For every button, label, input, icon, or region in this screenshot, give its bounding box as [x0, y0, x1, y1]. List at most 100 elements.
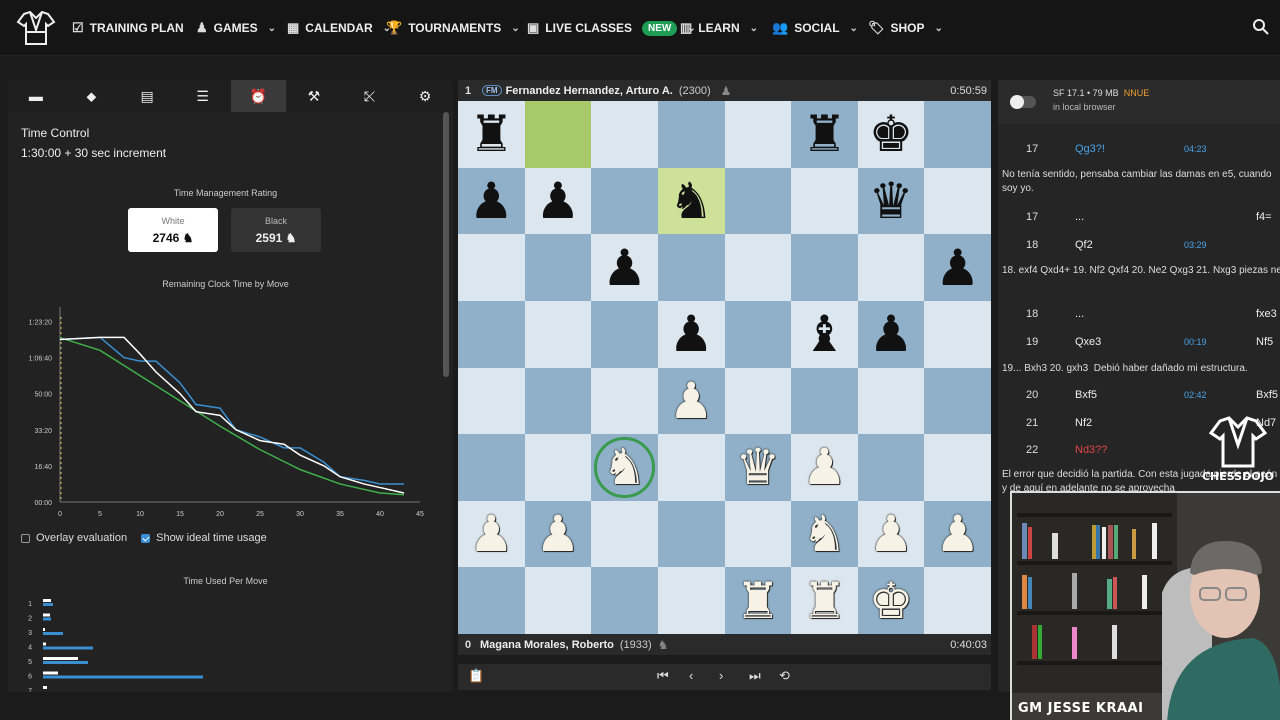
overlay-eval-option[interactable]: Overlay evaluation Show ideal time usage [21, 532, 267, 544]
white-pawn-icon[interactable]: ♟ [669, 376, 714, 426]
nav-item-live-classes[interactable]: ▣ LIVE CLASSES NEW ⌄ [527, 0, 696, 56]
square-a7[interactable]: ♟ [458, 167, 525, 235]
white-rook-icon[interactable]: ♜ [735, 576, 780, 626]
square-g2[interactable]: ♟ [857, 500, 925, 568]
square-h3[interactable] [924, 434, 991, 501]
square-f8[interactable]: ♜ [791, 101, 858, 168]
tools-icon[interactable]: ⚒ [286, 80, 342, 112]
square-h1[interactable] [924, 567, 991, 634]
square-e7[interactable] [724, 167, 792, 235]
square-a2[interactable]: ♟ [458, 500, 525, 568]
square-c5[interactable] [591, 300, 658, 368]
list-icon[interactable]: ☰ [175, 80, 231, 112]
comment-icon[interactable]: ▤ [119, 80, 175, 112]
square-b5[interactable] [524, 300, 592, 368]
square-d7[interactable]: ♞ [657, 167, 725, 235]
black-move[interactable]: Bxf5 [1256, 389, 1278, 401]
square-b3[interactable] [524, 434, 592, 501]
black-rook-icon[interactable]: ♜ [802, 109, 847, 159]
black-move[interactable]: f4= [1256, 211, 1272, 223]
square-d3[interactable] [657, 434, 725, 501]
square-d1[interactable] [657, 567, 725, 634]
black-pawn-icon[interactable]: ♟ [869, 309, 914, 359]
square-a8[interactable]: ♜ [458, 101, 525, 168]
square-f3[interactable]: ♟ [791, 434, 858, 501]
square-c2[interactable] [591, 500, 658, 568]
white-move[interactable]: Nd3?? [1075, 444, 1107, 456]
square-b4[interactable] [524, 367, 592, 435]
square-h4[interactable] [924, 367, 991, 435]
chessdojo-logo-icon[interactable] [16, 10, 56, 46]
square-h5[interactable] [924, 300, 991, 368]
square-h8[interactable] [924, 101, 991, 168]
black-bishop-icon[interactable]: ♝ [802, 309, 847, 359]
first-move-icon[interactable]: ⏮ [657, 668, 669, 684]
tag-icon[interactable]: ⬥ [64, 80, 120, 112]
square-c4[interactable] [591, 367, 658, 435]
square-a4[interactable] [458, 367, 525, 435]
square-e1[interactable]: ♜ [724, 567, 792, 634]
square-g6[interactable] [857, 234, 925, 301]
square-h6[interactable]: ♟ [924, 234, 991, 301]
square-b2[interactable]: ♟ [524, 500, 592, 568]
white-rook-icon[interactable]: ♜ [802, 576, 847, 626]
black-pawn-icon[interactable]: ♟ [602, 243, 647, 293]
engine-toggle[interactable] [1010, 95, 1036, 109]
square-a1[interactable] [458, 567, 525, 634]
square-g7[interactable]: ♛ [857, 167, 925, 235]
square-g3[interactable] [857, 434, 925, 501]
square-e8[interactable] [724, 101, 792, 168]
square-d6[interactable] [657, 234, 725, 301]
square-b6[interactable] [524, 234, 592, 301]
white-move[interactable]: Bxf5 [1075, 389, 1097, 401]
square-e4[interactable] [724, 367, 792, 435]
black-knight-icon[interactable]: ♞ [669, 176, 714, 226]
white-pawn-icon[interactable]: ♟ [935, 509, 980, 559]
square-c3[interactable]: ♞ [591, 434, 658, 501]
black-pawn-icon[interactable]: ♟ [669, 309, 714, 359]
square-g5[interactable]: ♟ [857, 300, 925, 368]
white-move[interactable]: ... [1075, 211, 1084, 223]
clock-icon[interactable]: ⏰ [230, 80, 287, 112]
white-rating-card[interactable]: White 2746 ♞ [128, 208, 218, 252]
nav-item-training-plan[interactable]: ☑ TRAINING PLAN [72, 0, 184, 56]
square-c7[interactable] [591, 167, 658, 235]
square-e5[interactable] [724, 300, 792, 368]
white-move[interactable]: ... [1075, 308, 1084, 320]
overlay-eval-checkbox[interactable] [21, 533, 30, 543]
share-icon[interactable]: ⤪ [342, 80, 398, 112]
square-d8[interactable] [657, 101, 725, 168]
square-f4[interactable] [791, 367, 858, 435]
white-move[interactable]: Qf2 [1075, 239, 1093, 251]
square-d5[interactable]: ♟ [657, 300, 725, 368]
folder-icon[interactable]: ▬ [8, 80, 64, 112]
white-pawn-icon[interactable]: ♟ [536, 509, 581, 559]
chessboard[interactable]: ♜ ♜ ♚ ♟ ♟ ♞ ♛ ♟ ♟ ♟ ♝ ♟ ♟ ♞ ♛ ♟ ♟ ♟ ♞ ♟ ♟ ♜ ♜ ♚ [458, 101, 991, 634]
white-queen-icon[interactable]: ♛ [735, 442, 780, 492]
bottom-player-name[interactable]: Magana Morales, Roberto [480, 639, 614, 651]
ideal-time-checkbox[interactable] [141, 533, 151, 543]
nav-item-games[interactable]: ♟ GAMES ⌄ [196, 0, 276, 56]
black-pawn-icon[interactable]: ♟ [469, 176, 514, 226]
black-pawn-icon[interactable]: ♟ [935, 243, 980, 293]
square-h2[interactable]: ♟ [924, 500, 991, 568]
white-pawn-icon[interactable]: ♟ [469, 509, 514, 559]
square-e6[interactable] [724, 234, 792, 301]
square-h7[interactable] [924, 167, 991, 235]
black-move[interactable]: fxe3 [1256, 308, 1277, 320]
white-king-icon[interactable]: ♚ [869, 576, 914, 626]
square-g4[interactable] [857, 367, 925, 435]
square-a6[interactable] [458, 234, 525, 301]
nav-item-social[interactable]: 👥 SOCIAL ⌄ [772, 0, 858, 56]
nav-item-calendar[interactable]: ▦ CALENDAR ⌄ [287, 0, 391, 56]
square-g8[interactable]: ♚ [857, 101, 925, 168]
square-b1[interactable] [524, 567, 592, 634]
square-c8[interactable] [591, 101, 658, 168]
black-rook-icon[interactable]: ♜ [469, 109, 514, 159]
white-pawn-icon[interactable]: ♟ [802, 442, 847, 492]
black-rating-card[interactable]: Black 2591 ♞ [231, 208, 321, 252]
last-move-icon[interactable]: ⏭ [749, 668, 761, 684]
square-a3[interactable] [458, 434, 525, 501]
white-move[interactable]: Nf2 [1075, 417, 1092, 429]
square-c1[interactable] [591, 567, 658, 634]
